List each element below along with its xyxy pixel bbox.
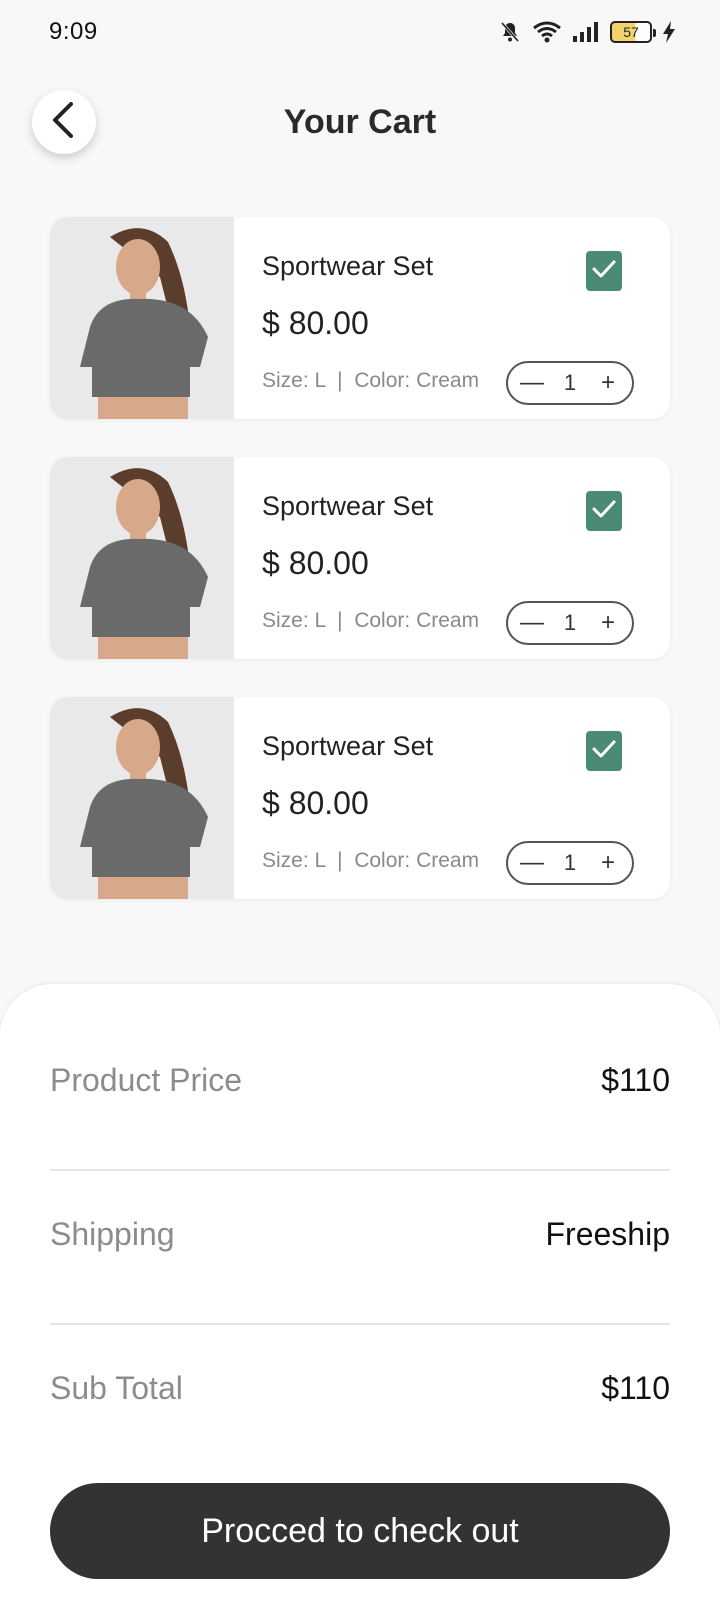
- select-checkbox[interactable]: [586, 491, 622, 531]
- increase-quantity-button[interactable]: +: [596, 851, 620, 875]
- checkout-button[interactable]: Procced to check out: [50, 1483, 670, 1579]
- shipping-label: Shipping: [50, 1216, 175, 1252]
- product-price: $ 80.00: [262, 785, 369, 821]
- cart-item[interactable]: Sportwear Set $ 80.00 Size: L | Color: C…: [50, 217, 670, 419]
- bell-muted-icon: [498, 20, 522, 44]
- decrease-quantity-button[interactable]: —: [520, 851, 544, 875]
- quantity-value: 1: [563, 610, 577, 635]
- check-icon: [591, 738, 617, 765]
- product-meta: Size: L | Color: Cream: [262, 369, 480, 392]
- product-price-value: $110: [601, 1062, 670, 1098]
- quantity-value: 1: [563, 370, 577, 395]
- check-icon: [591, 258, 617, 285]
- product-name: Sportwear Set: [262, 491, 434, 521]
- quantity-value: 1: [563, 850, 577, 875]
- shipping-value: Freeship: [545, 1216, 671, 1252]
- subtotal-label: Sub Total: [50, 1370, 183, 1406]
- product-price-row: Product Price $110: [50, 1062, 670, 1099]
- status-bar: 9:09 57: [0, 0, 720, 64]
- wifi-icon: [532, 20, 562, 44]
- product-price: $ 80.00: [262, 305, 369, 341]
- divider: [50, 1169, 670, 1171]
- product-price: $ 80.00: [262, 545, 369, 581]
- product-image: [50, 457, 234, 659]
- product-image: [50, 697, 234, 899]
- product-image: [50, 217, 234, 419]
- product-price-label: Product Price: [50, 1062, 243, 1098]
- subtotal-row: Sub Total $110: [50, 1370, 670, 1407]
- status-icons: 57: [498, 20, 676, 44]
- cart-item[interactable]: Sportwear Set $ 80.00 Size: L | Color: C…: [50, 697, 670, 899]
- page-title: Your Cart: [283, 103, 437, 141]
- decrease-quantity-button[interactable]: —: [520, 611, 544, 635]
- signal-icon: [572, 21, 600, 43]
- quantity-stepper: — 1 +: [506, 841, 634, 885]
- quantity-stepper: — 1 +: [506, 601, 634, 645]
- charging-icon: [662, 20, 676, 44]
- product-meta: Size: L | Color: Cream: [262, 849, 480, 872]
- check-icon: [591, 498, 617, 525]
- decrease-quantity-button[interactable]: —: [520, 371, 544, 395]
- battery-icon: 57: [610, 21, 656, 43]
- increase-quantity-button[interactable]: +: [596, 371, 620, 395]
- select-checkbox[interactable]: [586, 251, 622, 291]
- increase-quantity-button[interactable]: +: [596, 611, 620, 635]
- shipping-row: Shipping Freeship: [50, 1216, 670, 1253]
- divider: [50, 1323, 670, 1325]
- quantity-stepper: — 1 +: [506, 361, 634, 405]
- cart-list: Sportwear Set $ 80.00 Size: L | Color: C…: [50, 217, 670, 937]
- product-name: Sportwear Set: [262, 251, 434, 281]
- status-time: 9:09: [49, 18, 98, 45]
- cart-item[interactable]: Sportwear Set $ 80.00 Size: L | Color: C…: [50, 457, 670, 659]
- product-meta: Size: L | Color: Cream: [262, 609, 480, 632]
- select-checkbox[interactable]: [586, 731, 622, 771]
- product-name: Sportwear Set: [262, 731, 434, 761]
- subtotal-value: $110: [601, 1370, 670, 1406]
